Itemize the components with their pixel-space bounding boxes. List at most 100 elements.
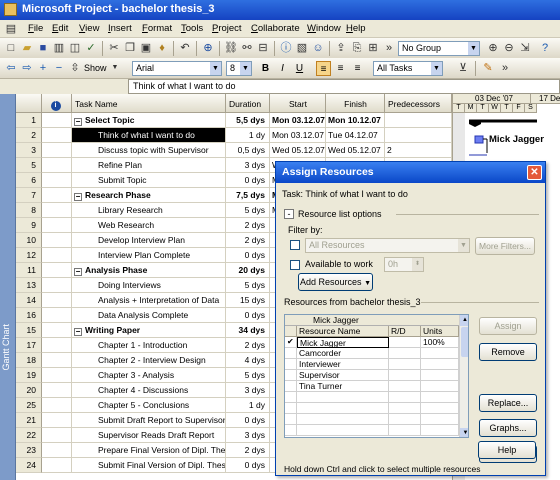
row-indicator[interactable] [42, 443, 72, 458]
row-indicator[interactable] [42, 218, 72, 233]
row-indicator[interactable] [42, 338, 72, 353]
undo-icon[interactable]: ↶ [178, 41, 192, 55]
indent-icon[interactable]: − [52, 61, 66, 75]
row-id[interactable]: 5 [16, 158, 42, 173]
duration-cell[interactable]: 7,5 dys [226, 188, 270, 203]
task-name-cell[interactable]: Data Analysis Complete [72, 308, 226, 323]
task-name-cell[interactable]: Supervisor Reads Draft Report [72, 428, 226, 443]
menu-window[interactable]: Window [307, 23, 341, 34]
menu-help[interactable]: Help [346, 23, 366, 34]
task-name-cell[interactable]: Doing Interviews [72, 278, 226, 293]
select-all-cell[interactable] [16, 94, 42, 113]
collapse-icon[interactable]: − [74, 328, 82, 336]
duration-cell[interactable]: 2 dys [226, 233, 270, 248]
close-icon[interactable]: ✕ [527, 165, 542, 180]
row-indicator[interactable] [42, 353, 72, 368]
assign-resources-icon[interactable]: ☺ [311, 41, 325, 55]
units-cell[interactable] [421, 370, 459, 381]
task-name-cell[interactable]: Web Research [72, 218, 226, 233]
row-id[interactable]: 24 [16, 458, 42, 473]
task-name-cell[interactable]: − Writing Paper [72, 323, 226, 338]
align-center-button[interactable]: ≡ [333, 61, 348, 76]
duration-cell[interactable]: 2 dys [226, 443, 270, 458]
rd-header[interactable]: R/D [389, 326, 421, 337]
start-cell[interactable]: Mon 03.12.07 [270, 113, 326, 128]
rd-cell[interactable] [389, 381, 421, 392]
row-indicator[interactable] [42, 113, 72, 128]
copy-icon[interactable]: ❐ [123, 41, 137, 55]
rd-cell[interactable] [389, 403, 421, 414]
chevron-down-icon[interactable]: ▼ [431, 62, 442, 75]
task-name-cell[interactable]: Library Research [72, 203, 226, 218]
duration-cell[interactable]: 5 dys [226, 203, 270, 218]
copy-picture-icon[interactable]: ⎘ [350, 41, 364, 55]
row-id[interactable]: 3 [16, 143, 42, 158]
spin-icon[interactable]: ⬍ [412, 258, 423, 271]
resource-name-cell[interactable]: Tina Turner [297, 381, 389, 392]
menu-view[interactable]: View [79, 23, 99, 34]
row-id[interactable]: 14 [16, 293, 42, 308]
arrow-right-icon[interactable]: ⇨ [20, 61, 34, 75]
rd-cell[interactable] [389, 359, 421, 370]
row-id[interactable]: 25 [16, 398, 42, 413]
row-indicator[interactable] [42, 293, 72, 308]
underline-button[interactable]: U [292, 61, 307, 76]
task-name-cell[interactable]: Think of what I want to do [72, 128, 226, 143]
rd-cell[interactable] [389, 337, 421, 348]
assign-button[interactable]: Assign [479, 317, 537, 335]
task-name-cell[interactable]: Interview Plan Complete [72, 248, 226, 263]
row-id[interactable]: 2 [16, 128, 42, 143]
row-indicator[interactable] [42, 428, 72, 443]
toolbar-options-icon[interactable]: » [498, 61, 512, 75]
row-indicator[interactable] [42, 398, 72, 413]
scroll-up-icon[interactable]: ▲ [460, 315, 468, 326]
more-filters-button[interactable]: More Filters... [475, 237, 535, 255]
cut-icon[interactable]: ✂ [107, 41, 121, 55]
row-id[interactable]: 6 [16, 173, 42, 188]
duration-cell[interactable]: 2 dys [226, 338, 270, 353]
task-name-cell[interactable]: Submit Topic [72, 173, 226, 188]
collapse-icon[interactable]: − [74, 268, 82, 276]
row-id[interactable]: 13 [16, 278, 42, 293]
row-indicator[interactable] [42, 173, 72, 188]
task-name-cell[interactable]: Prepare Final Version of Dipl. Thesis [72, 443, 226, 458]
outdent-icon[interactable]: + [36, 61, 50, 75]
finish-cell[interactable]: Wed 05.12.07 [326, 143, 385, 158]
task-name-header[interactable]: Task Name [72, 94, 226, 113]
duration-cell[interactable]: 3 dys [226, 383, 270, 398]
show-subtasks-icon[interactable]: ⇳ [68, 61, 82, 75]
duration-cell[interactable]: 5 dys [226, 368, 270, 383]
row-id[interactable]: 23 [16, 443, 42, 458]
link-tasks-icon[interactable]: ⛓ [224, 41, 238, 55]
rd-cell[interactable] [389, 370, 421, 381]
row-indicator[interactable] [42, 233, 72, 248]
help-icon[interactable]: ? [538, 41, 552, 55]
bold-button[interactable]: B [258, 61, 273, 76]
document-icon[interactable]: ▤ [4, 22, 18, 36]
resource-name-cell[interactable] [297, 414, 389, 425]
add-resources-button[interactable]: Add Resources ▼ [298, 273, 373, 291]
finish-cell[interactable]: Tue 04.12.07 [326, 128, 385, 143]
units-cell[interactable] [421, 392, 459, 403]
print-icon[interactable]: ▥ [52, 41, 66, 55]
duration-cell[interactable]: 1 dy [226, 398, 270, 413]
start-cell[interactable]: Mon 03.12.07 [270, 128, 326, 143]
row-indicator[interactable] [42, 458, 72, 473]
menu-tools[interactable]: Tools [181, 23, 203, 34]
row-id[interactable]: 22 [16, 428, 42, 443]
hyperlink-icon[interactable]: ⊕ [201, 41, 215, 55]
remove-button[interactable]: Remove [479, 343, 537, 361]
duration-cell[interactable]: 5 dys [226, 278, 270, 293]
predecessors-cell[interactable] [385, 113, 452, 128]
row-id[interactable]: 17 [16, 338, 42, 353]
new-icon[interactable]: □ [4, 41, 18, 55]
task-name-cell[interactable]: − Select Topic [72, 113, 226, 128]
units-cell[interactable] [421, 403, 459, 414]
row-indicator[interactable] [42, 263, 72, 278]
resource-name-cell[interactable]: Mick Jagger [297, 337, 389, 348]
resource-name-cell[interactable] [297, 425, 389, 436]
units-cell[interactable]: 100% [421, 337, 459, 348]
zoom-in-icon[interactable]: ⊕ [486, 41, 500, 55]
collapse-toggle[interactable]: - [284, 209, 294, 219]
duration-cell[interactable]: 0 dys [226, 308, 270, 323]
